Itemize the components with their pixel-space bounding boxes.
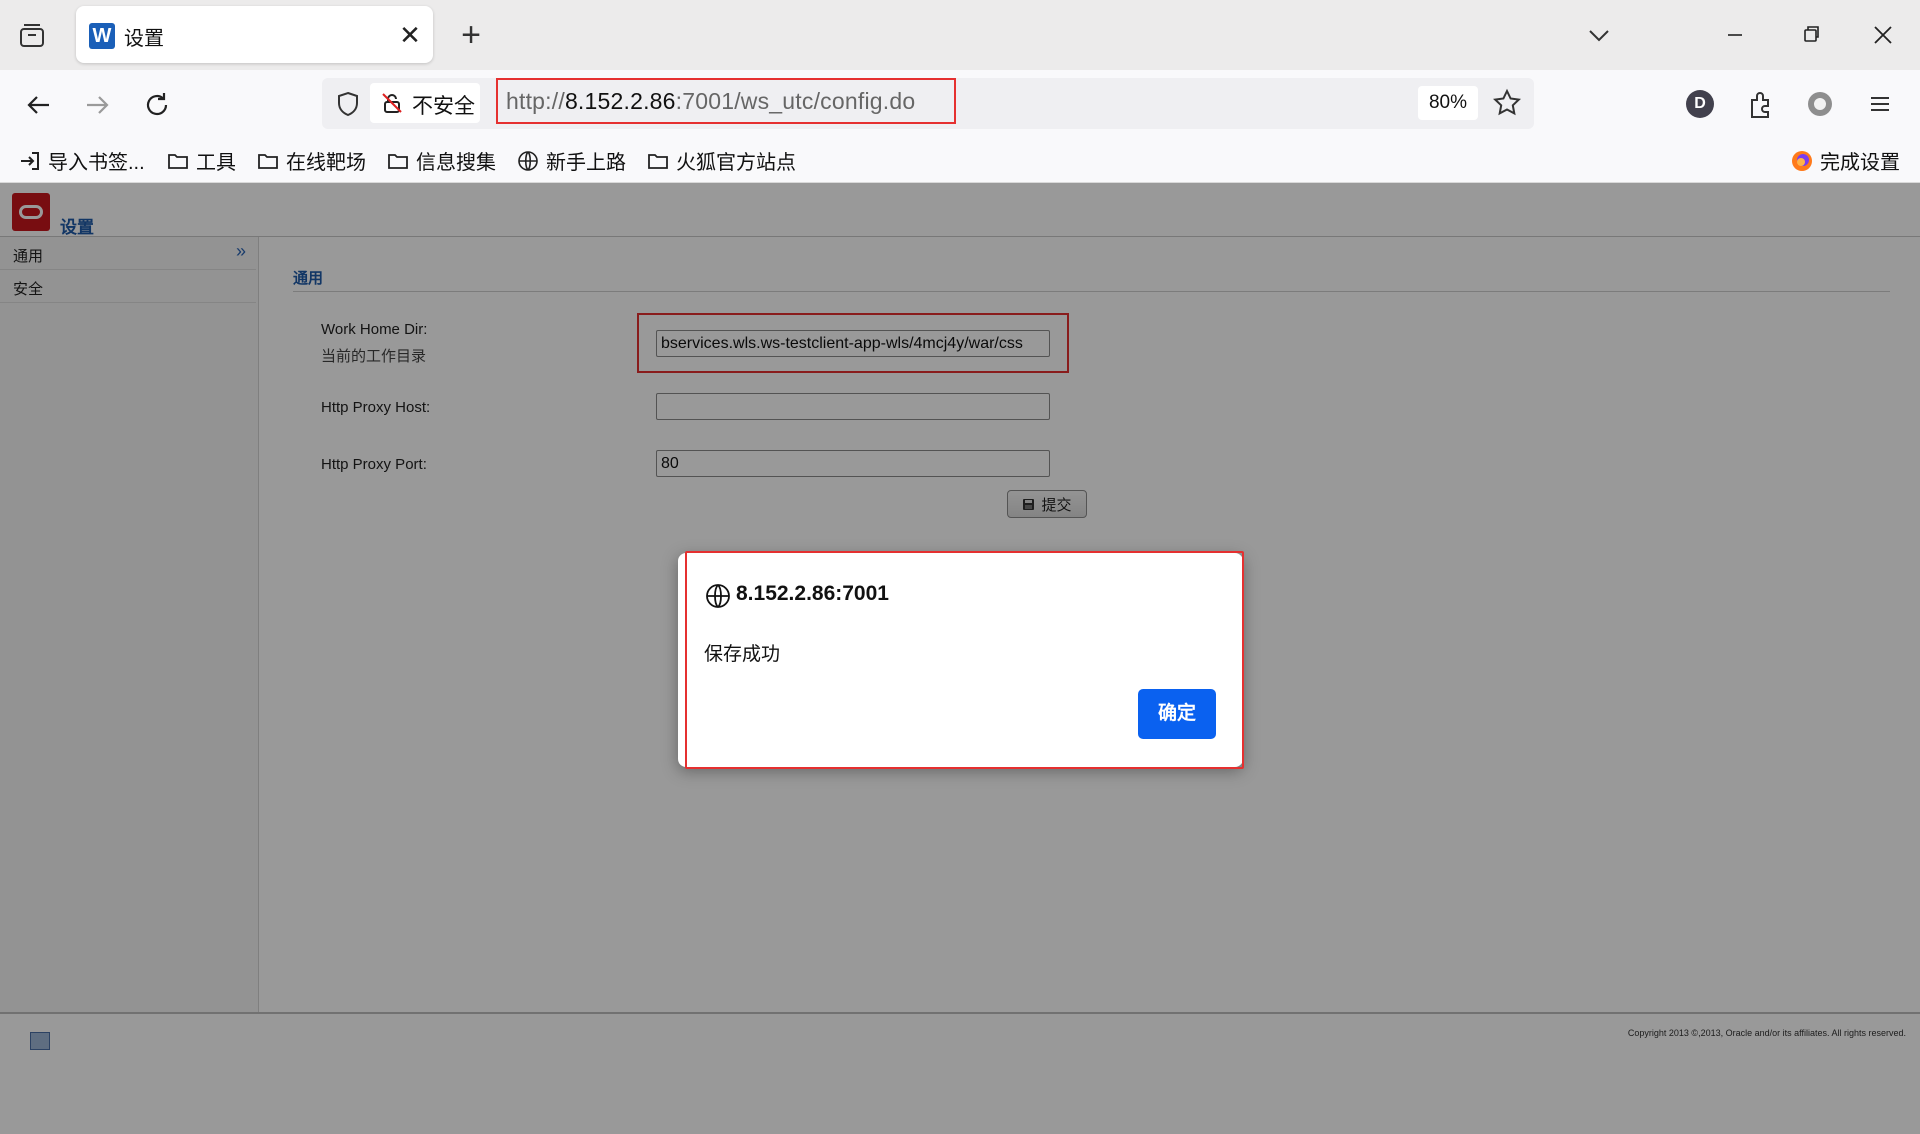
account-avatar[interactable]: D: [1686, 90, 1714, 118]
bookmark-label: 新手上路: [546, 152, 626, 174]
bookmark-folder-firefox[interactable]: 火狐官方站点: [646, 146, 796, 175]
insecure-label: 不安全: [412, 95, 475, 118]
bookmark-import[interactable]: 导入书签...: [18, 146, 145, 175]
import-icon: [21, 151, 39, 170]
security-indicator[interactable]: 不安全: [370, 83, 480, 123]
bookmark-getting-started[interactable]: 新手上路: [516, 146, 626, 175]
dialog-highlight-box: [685, 551, 1244, 769]
close-window-icon[interactable]: [1868, 20, 1898, 50]
chevron-down-icon[interactable]: [1584, 22, 1614, 48]
navigation-toolbar: 不安全 http://8.152.2.86:7001/ws_utc/config…: [0, 70, 1920, 138]
tab-settings[interactable]: W 设置 ✕: [76, 6, 433, 63]
tab-favicon-icon: W: [89, 23, 115, 49]
record-icon[interactable]: [1806, 90, 1834, 118]
bookmark-folder-recon[interactable]: 信息搜集: [386, 146, 496, 175]
bookmarks-toolbar: 导入书签... 工具 在线靶场 信息搜集 新手上路 火狐官方站点 完成设置: [0, 138, 1920, 183]
firefox-logo-icon: [1792, 150, 1812, 171]
restore-icon[interactable]: [1796, 22, 1826, 48]
tab-close-icon[interactable]: ✕: [396, 20, 424, 51]
reload-icon[interactable]: [142, 90, 172, 120]
bookmark-label: 信息搜集: [416, 152, 496, 174]
url-highlight-box: [496, 78, 956, 124]
folder-icon: [388, 153, 408, 169]
forward-arrow-icon[interactable]: [82, 90, 112, 120]
hamburger-menu-icon[interactable]: [1866, 90, 1894, 118]
zoom-level[interactable]: 80%: [1418, 86, 1478, 120]
finish-setup-label: 完成设置: [1820, 152, 1900, 174]
extensions-icon[interactable]: [1746, 88, 1776, 120]
tab-list-icon[interactable]: [18, 22, 46, 50]
new-tab-icon[interactable]: +: [456, 18, 486, 52]
minimize-icon[interactable]: [1720, 22, 1750, 48]
folder-icon: [648, 153, 668, 169]
shield-icon[interactable]: [334, 90, 362, 118]
bookmark-star-icon[interactable]: [1492, 88, 1522, 118]
bookmark-label: 工具: [196, 152, 236, 174]
globe-icon: [518, 150, 538, 171]
tab-bar: W 设置 ✕ +: [0, 0, 1920, 70]
tab-title: 设置: [124, 28, 164, 50]
insecure-lock-icon: [380, 91, 404, 115]
finish-setup-button[interactable]: 完成设置: [1790, 146, 1900, 175]
bookmark-folder-range[interactable]: 在线靶场: [256, 146, 366, 175]
address-bar[interactable]: 不安全 http://8.152.2.86:7001/ws_utc/config…: [322, 78, 1534, 129]
folder-icon: [168, 153, 188, 169]
bookmark-label: 火狐官方站点: [676, 152, 796, 174]
back-arrow-icon[interactable]: [24, 90, 54, 120]
folder-icon: [258, 153, 278, 169]
bookmark-label: 在线靶场: [286, 152, 366, 174]
bookmark-label: 导入书签...: [48, 152, 145, 174]
bookmark-folder-tools[interactable]: 工具: [166, 146, 236, 175]
